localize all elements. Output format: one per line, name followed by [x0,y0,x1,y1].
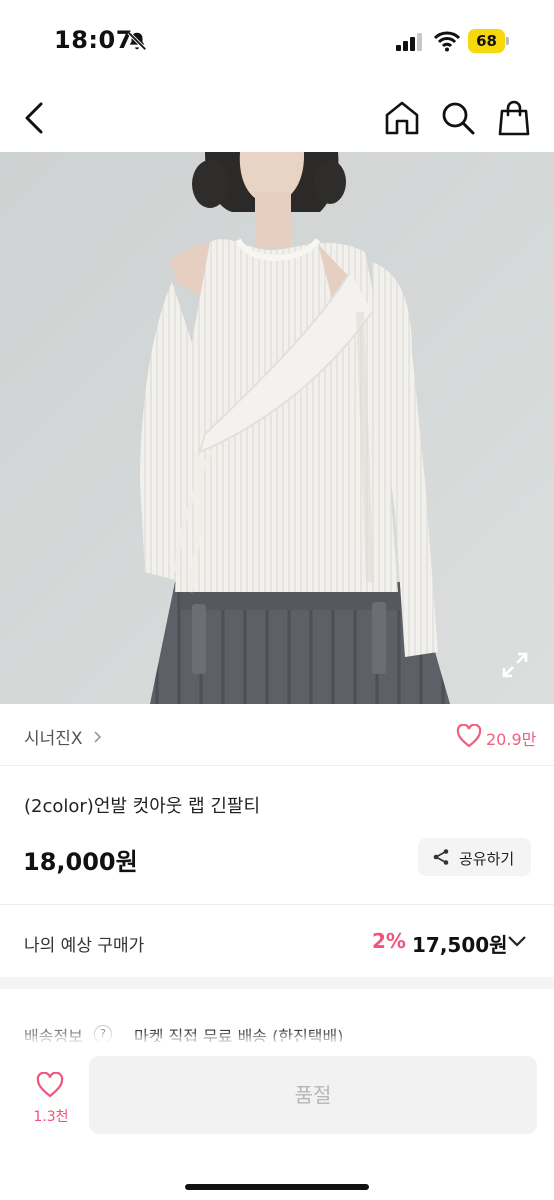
heart-icon [36,1072,64,1098]
chevron-right-icon [94,731,102,743]
battery-icon: 68 [468,29,509,53]
shipping-row: 배송정보 ? 마켓 직접 무료 배송 (한진택배) [0,989,554,1049]
battery-level: 68 [468,29,505,53]
wish-button[interactable]: 1.3천 [24,1072,78,1132]
status-time: 18:07 [54,26,133,54]
share-button[interactable]: 공유하기 [418,838,531,876]
expand-icon[interactable] [498,648,532,682]
shop-row[interactable]: 시너진X 20.9만 [0,704,554,766]
chevron-down-icon[interactable] [506,933,528,949]
share-icon [433,849,449,865]
signal-icon [396,33,422,51]
product-photo [0,152,554,704]
like-count: 20.9만 [486,730,537,749]
expected-price-label: 나의 예상 구매가 [24,936,145,956]
bottom-action-bar: 1.3천 품절 [0,1042,554,1200]
shopping-bag-icon[interactable] [494,98,534,138]
expected-price: 17,500원 [412,933,508,957]
shop-name[interactable]: 시너진X [24,724,83,749]
section-gap [0,977,554,989]
back-icon[interactable] [16,98,56,138]
home-icon[interactable] [382,98,422,138]
home-indicator [185,1184,369,1190]
product-title: (2color)언발 컷아웃 랩 긴팔티 [24,796,261,817]
soldout-button[interactable]: 품절 [89,1056,537,1134]
share-label: 공유하기 [459,850,515,868]
help-icon[interactable]: ? [94,1025,112,1043]
product-image[interactable] [0,152,554,704]
wifi-icon [434,31,460,52]
expected-price-row[interactable]: 나의 예상 구매가 2% 17,500원 [0,905,554,977]
search-icon[interactable] [438,98,478,138]
status-bar: 18:07 68 [0,0,554,84]
top-navigation [0,84,554,152]
wish-count: 1.3천 [33,1109,69,1125]
discount-rate: 2% [372,929,406,953]
product-price: 18,000원 [23,848,138,876]
bell-muted-icon [127,31,147,51]
heart-icon[interactable] [456,724,482,748]
